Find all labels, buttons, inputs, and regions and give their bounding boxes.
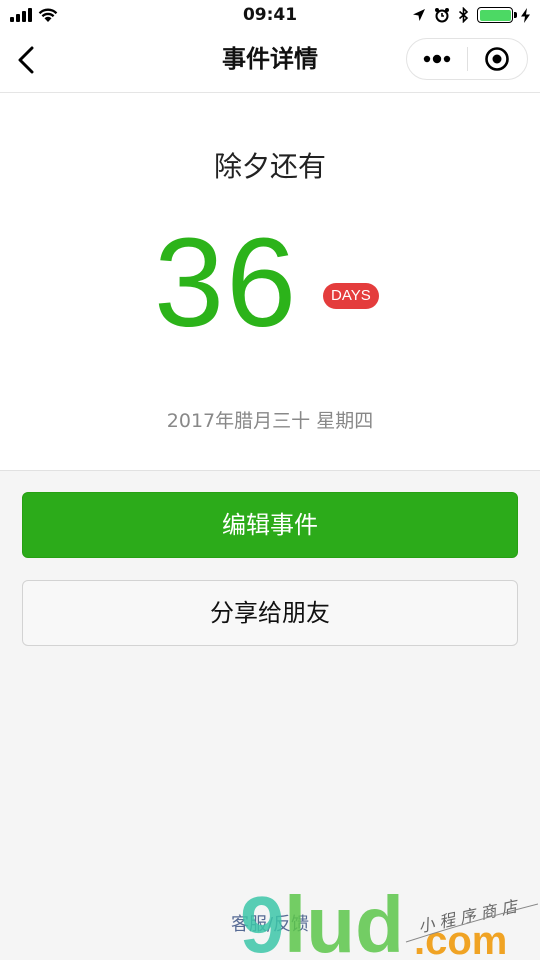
signal-icon	[10, 8, 32, 22]
more-dots-icon	[423, 54, 450, 64]
status-left	[10, 7, 58, 23]
countdown-number: 36	[154, 212, 299, 353]
target-circle-icon	[485, 47, 510, 71]
charging-bolt-icon	[521, 7, 530, 23]
more-button[interactable]	[407, 39, 467, 79]
chevron-left-icon	[18, 46, 34, 74]
event-date: 2017年腊月三十 星期四	[166, 410, 374, 432]
event-label: 除夕还有	[213, 150, 326, 183]
status-right	[412, 7, 530, 23]
countdown-card: 除夕还有 36 DAYS 2017年腊月三十 星期四	[0, 93, 540, 471]
close-miniprogram-button[interactable]	[468, 39, 528, 79]
back-button[interactable]	[8, 42, 44, 78]
battery-fill	[479, 9, 511, 21]
wifi-icon	[38, 7, 58, 22]
status-bar: 09:41	[0, 0, 540, 30]
menu-capsule	[406, 38, 528, 80]
edit-event-button[interactable]: 编辑事件	[22, 492, 518, 558]
feedback-link[interactable]: 客服/反馈	[0, 910, 540, 936]
nav-bar: 事件详情	[0, 30, 540, 93]
alarm-clock-icon	[435, 8, 449, 23]
bluetooth-icon	[458, 7, 469, 23]
status-time: 09:41	[242, 5, 298, 25]
location-arrow-icon	[413, 9, 425, 21]
days-badge: DAYS	[323, 283, 379, 309]
battery-icon	[477, 7, 517, 23]
share-button[interactable]: 分享给朋友	[22, 580, 518, 646]
